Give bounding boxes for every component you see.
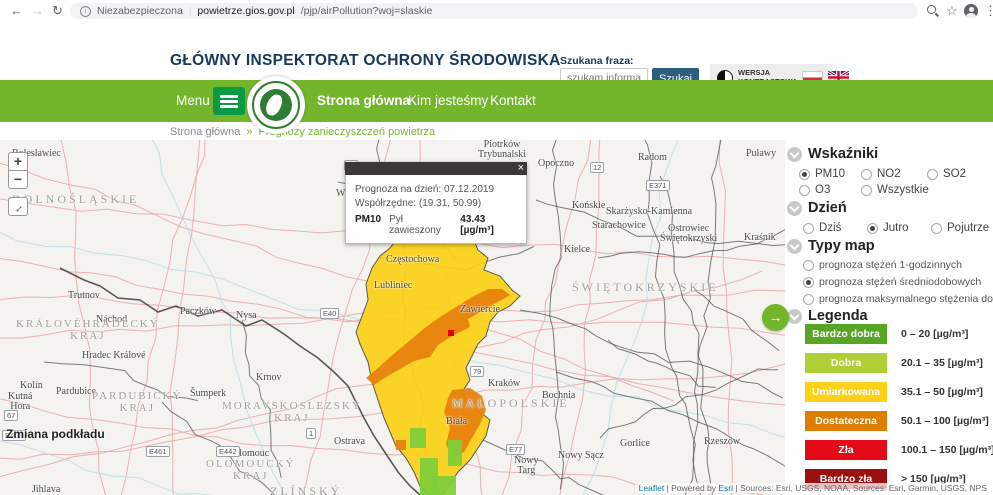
radio-circle bbox=[927, 169, 938, 180]
radio-circle bbox=[861, 169, 872, 180]
divider: | bbox=[189, 6, 192, 17]
info-icon[interactable]: i bbox=[80, 6, 91, 17]
legend-swatch: Zła bbox=[805, 440, 887, 460]
legend-swatch: Dostateczna bbox=[805, 411, 887, 431]
security-label: Niezabezpieczona bbox=[97, 5, 183, 17]
forward-icon[interactable]: → bbox=[31, 1, 44, 21]
chevron-down-icon bbox=[787, 309, 802, 324]
breadcrumb-home[interactable]: Strona główna bbox=[170, 126, 240, 138]
popup-measurement: PM10 Pył zawieszony 43.43 [µg/m³] bbox=[355, 214, 517, 236]
popup-pollutant: PM10 bbox=[355, 214, 381, 225]
radio-jutro[interactable]: Jutro bbox=[867, 222, 909, 234]
radio-circle bbox=[931, 223, 942, 234]
url-bar[interactable]: i Niezabezpieczona | powietrze.gios.gov.… bbox=[70, 3, 918, 19]
radio-pojutrze[interactable]: Pojutrze bbox=[931, 222, 989, 234]
region-pm10-green bbox=[410, 428, 426, 448]
legend-range: 50.1 – 100 [µg/m³] bbox=[901, 415, 989, 427]
search-label: Szukana fraza: bbox=[560, 55, 634, 67]
radio-circle bbox=[803, 223, 814, 234]
legend-swatch: Umiarkowana bbox=[805, 382, 887, 402]
legend-range: 100.1 – 150 [µg/m³] bbox=[901, 444, 993, 456]
legend-row: Bardzo dobra 0 – 20 [µg/m³] bbox=[805, 324, 968, 344]
radio-circle bbox=[803, 277, 814, 288]
url-path: /pjp/airPollution?woj=slaskie bbox=[301, 5, 433, 17]
legend-range: 0 – 20 [µg/m³] bbox=[901, 328, 968, 340]
radio-pm10[interactable]: PM10 bbox=[799, 168, 845, 180]
leaflet-link[interactable]: Leaflet bbox=[639, 483, 665, 493]
radio-circle bbox=[799, 169, 810, 180]
legend-row: Zła 100.1 – 150 [µg/m³] bbox=[805, 440, 993, 460]
section-dzien[interactable]: Dzień bbox=[787, 200, 847, 216]
chevron-down-icon bbox=[787, 239, 802, 254]
radio-circle bbox=[803, 294, 814, 305]
legend-row: Dostateczna 50.1 – 100 [µg/m³] bbox=[805, 411, 989, 431]
radio-circle bbox=[803, 260, 814, 271]
radio-o3[interactable]: O3 bbox=[799, 184, 830, 196]
zoom-page-icon[interactable] bbox=[927, 5, 936, 14]
legend-row: Dobra 20.1 – 35 [µg/m³] bbox=[805, 353, 983, 373]
browser-toolbar: ← → ↻ i Niezabezpieczona | powietrze.gio… bbox=[0, 0, 993, 23]
radio-circle bbox=[861, 185, 872, 196]
menu-label[interactable]: Menu bbox=[176, 93, 210, 108]
reload-icon[interactable]: ↻ bbox=[52, 1, 63, 21]
filters-sidebar: Wskaźniki PM10 NO2 SO2 O3 Wszystkie Dzie… bbox=[785, 140, 993, 495]
legend-range: 35.1 – 50 [µg/m³] bbox=[901, 386, 983, 398]
profile-avatar[interactable] bbox=[964, 4, 978, 18]
section-legenda[interactable]: Legenda bbox=[787, 308, 868, 324]
back-icon[interactable]: ← bbox=[10, 1, 23, 21]
legend-swatch: Dobra bbox=[805, 353, 887, 373]
browser-menu-icon[interactable]: ⋮ bbox=[984, 1, 993, 21]
popup-header: × bbox=[345, 162, 527, 175]
site-header: GŁÓWNY INSPEKTORAT OCHRONY ŚRODOWISKA Sz… bbox=[0, 22, 993, 80]
sidebar-toggle-arrow[interactable]: → bbox=[762, 304, 789, 331]
chevron-down-icon bbox=[787, 201, 802, 216]
section-typy-map[interactable]: Typy map bbox=[787, 238, 875, 254]
popup-coordinates: Współrzędne: (19.31, 50.99) bbox=[355, 198, 517, 209]
legend-range: 20.1 – 35 [µg/m³] bbox=[901, 357, 983, 369]
fullscreen-button[interactable]: ↔ bbox=[8, 197, 28, 216]
bookmark-star-icon[interactable]: ☆ bbox=[946, 1, 958, 21]
breadcrumb: Strona główna » Prognozy zanieczyszczeń … bbox=[170, 126, 435, 138]
legend-row: Umiarkowana 35.1 – 50 [µg/m³] bbox=[805, 382, 983, 402]
close-icon[interactable]: × bbox=[518, 161, 524, 175]
url-host: powietrze.gios.gov.pl bbox=[197, 5, 294, 17]
legend-swatch: Bardzo dobra bbox=[805, 324, 887, 344]
radio-prognoza-maksymalna[interactable]: prognoza maksymalnego stężenia dobowego bbox=[803, 293, 993, 305]
gios-logo[interactable] bbox=[247, 76, 305, 134]
popup-body: Prognoza na dzień: 07.12.2019 Współrzędn… bbox=[345, 175, 527, 244]
nav-kontakt[interactable]: Kontakt bbox=[490, 93, 536, 108]
site-title: GŁÓWNY INSPEKTORAT OCHRONY ŚRODOWISKA bbox=[170, 52, 561, 70]
popup-pollutant-name: Pył zawieszony bbox=[389, 214, 452, 236]
region-pm10-red bbox=[448, 330, 454, 336]
popup-value: 43.43 [µg/m³] bbox=[460, 214, 517, 236]
chevron-down-icon bbox=[787, 147, 802, 162]
zoom-in-button[interactable]: + bbox=[8, 152, 28, 171]
radio-no2[interactable]: NO2 bbox=[861, 168, 901, 180]
radio-wszystkie[interactable]: Wszystkie bbox=[861, 184, 929, 196]
radio-prognoza-sredniodobowa[interactable]: prognoza stężeń średniodobowych bbox=[803, 276, 981, 288]
radio-so2[interactable]: SO2 bbox=[927, 168, 966, 180]
map-attribution: Leaflet | Powered by Esri | Sources: Esr… bbox=[636, 483, 990, 493]
nav-strona-glowna[interactable]: Strona główna bbox=[317, 93, 410, 108]
radio-circle bbox=[867, 223, 878, 234]
page: { "colors": { "brand_green": "#74b62b", … bbox=[0, 0, 993, 495]
hamburger-menu-button[interactable] bbox=[213, 87, 245, 115]
forecast-popup: × Prognoza na dzień: 07.12.2019 Współrzę… bbox=[345, 162, 527, 244]
breadcrumb-separator: » bbox=[246, 126, 252, 138]
nav-kim-jestesmy[interactable]: Kim jesteśmy bbox=[408, 93, 488, 108]
popup-date: Prognoza na dzień: 07.12.2019 bbox=[355, 184, 517, 195]
radio-circle bbox=[799, 185, 810, 196]
esri-link[interactable]: Esri bbox=[718, 483, 733, 493]
radio-prognoza-1h[interactable]: prognoza stężeń 1-godzinnych bbox=[803, 259, 962, 271]
basemap-switcher[interactable]: Zmiana podkładu bbox=[6, 427, 105, 441]
radio-dzis[interactable]: Dziś bbox=[803, 222, 841, 234]
section-wskazniki[interactable]: Wskaźniki bbox=[787, 146, 878, 162]
diagonal-arrows-icon: ↔ bbox=[8, 199, 28, 219]
zoom-out-button[interactable]: − bbox=[8, 170, 28, 189]
